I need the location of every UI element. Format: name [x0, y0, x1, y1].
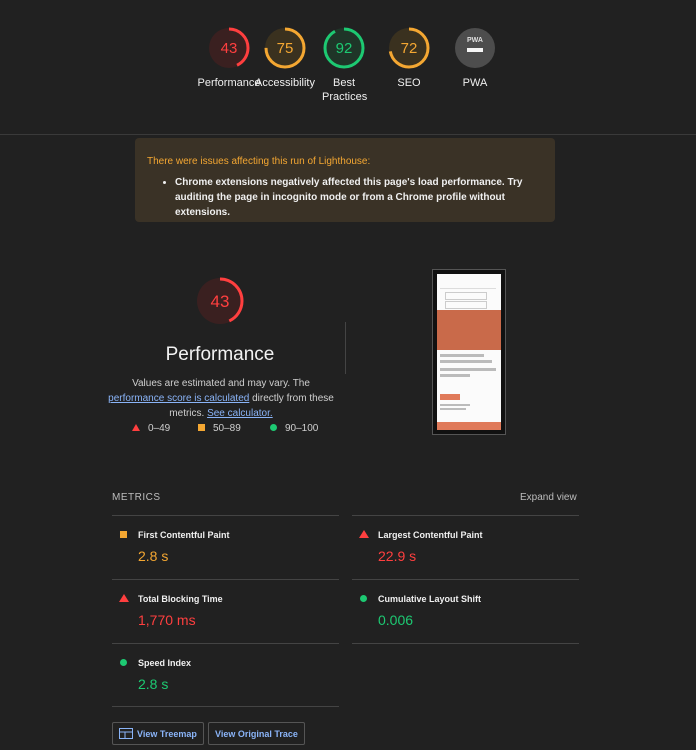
- gauge-seo[interactable]: 72 SEO: [374, 26, 444, 90]
- thumbnail-footer: [437, 422, 501, 430]
- gauge-ring: 72: [388, 27, 430, 69]
- scores-header: 43 Performance 75 Accessibility 92 Best …: [0, 0, 696, 135]
- circle-icon: [120, 659, 127, 666]
- metric-value: 0.006: [378, 612, 414, 628]
- metrics-header: METRICS: [112, 492, 161, 503]
- circle-icon: [270, 424, 277, 431]
- thumbnail-text: [440, 374, 470, 377]
- gauge-ring: 43: [208, 27, 250, 69]
- thumbnail-header: [440, 280, 496, 289]
- performance-description: Values are estimated and may vary. The p…: [108, 378, 334, 419]
- warning-box: There were issues affecting this run of …: [135, 138, 555, 222]
- metrics-divider: [352, 643, 579, 644]
- metric-speed-index: Speed Index 2.8 s: [112, 658, 191, 692]
- triangle-icon: [119, 594, 129, 602]
- treemap-icon: [119, 728, 133, 739]
- thumbnail-field: [445, 292, 487, 300]
- square-icon: [198, 424, 205, 431]
- gauge-best-practices[interactable]: 92 Best Practices: [309, 26, 379, 104]
- square-icon: [120, 531, 127, 538]
- circle-icon: [360, 595, 367, 602]
- svg-text:PWA: PWA: [467, 37, 483, 44]
- page-screenshot-thumbnail[interactable]: [432, 269, 506, 435]
- metrics-divider: [352, 579, 579, 580]
- svg-text:72: 72: [401, 40, 418, 57]
- pwa-badge-icon: PWA: [455, 28, 495, 68]
- svg-text:92: 92: [336, 40, 353, 57]
- thumbnail-text: [440, 368, 496, 371]
- metric-fcp: First Contentful Paint 2.8 s: [112, 530, 230, 564]
- thumbnail-text: [440, 408, 466, 410]
- expand-view-toggle[interactable]: Expand view: [520, 492, 577, 503]
- legend-poor: 0–49: [132, 423, 170, 434]
- thumbnail-screen: [437, 274, 501, 430]
- thumbnail-text: [440, 354, 484, 357]
- gauge-ring: 75: [264, 27, 306, 69]
- thumbnail-hero-image: [437, 310, 501, 350]
- gauge-label: Best Practices: [322, 77, 368, 103]
- performance-gauge: 43: [196, 277, 244, 325]
- svg-text:75: 75: [277, 40, 294, 57]
- thumbnail-text: [440, 360, 492, 363]
- gauge-label: SEO: [397, 77, 421, 89]
- metrics-divider: [112, 706, 339, 707]
- metric-value: 2.8 s: [138, 548, 169, 564]
- warning-title: There were issues affecting this run of …: [147, 156, 371, 167]
- gauge-pwa[interactable]: PWA PWA: [440, 26, 510, 90]
- metric-value: 1,770 ms: [138, 612, 196, 628]
- thumbnail-text: [440, 404, 470, 406]
- metrics-divider: [112, 643, 339, 644]
- see-calculator-link[interactable]: See calculator.: [207, 408, 273, 419]
- metric-tbt: Total Blocking Time 1,770 ms: [112, 594, 223, 628]
- gauge-label: PWA: [462, 77, 488, 89]
- metrics-divider: [112, 515, 339, 516]
- metric-value: 22.9 s: [378, 548, 417, 564]
- legend-good: 90–100: [270, 423, 318, 434]
- triangle-icon: [359, 530, 369, 538]
- legend-average: 50–89: [198, 423, 241, 434]
- metrics-divider: [352, 515, 579, 516]
- metric-lcp: Largest Contentful Paint 22.9 s: [352, 530, 483, 564]
- metric-cls: Cumulative Layout Shift 0.006: [352, 594, 481, 628]
- thumbnail-field: [445, 301, 487, 309]
- gauge-ring: 92: [323, 27, 365, 69]
- warning-list: Chrome extensions negatively affected th…: [147, 175, 539, 220]
- svg-text:43: 43: [211, 292, 230, 311]
- view-original-trace-button[interactable]: View Original Trace: [208, 722, 305, 745]
- metric-value: 2.8 s: [138, 676, 169, 692]
- svg-text:43: 43: [221, 40, 238, 57]
- vertical-divider: [345, 322, 346, 374]
- warning-item: Chrome extensions negatively affected th…: [175, 175, 539, 220]
- performance-score-link[interactable]: performance score is calculated: [108, 393, 249, 404]
- thumbnail-button: [440, 394, 460, 400]
- metrics-divider: [112, 579, 339, 580]
- triangle-icon: [132, 424, 140, 431]
- performance-title: Performance: [165, 344, 275, 365]
- view-treemap-button[interactable]: View Treemap: [112, 722, 204, 745]
